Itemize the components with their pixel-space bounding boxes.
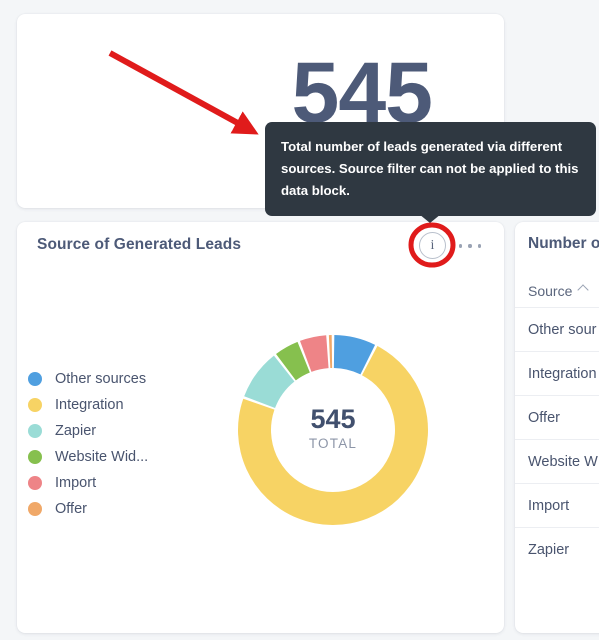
table-cell-source: Offer xyxy=(528,409,560,426)
table-column-header-source[interactable]: Source xyxy=(528,275,599,307)
donut-chart xyxy=(238,335,428,525)
kebab-dot xyxy=(477,244,481,248)
table-row[interactable]: Offer xyxy=(515,395,599,439)
legend-color-swatch-icon xyxy=(28,476,42,490)
number-of-leads-table-card: Number o Source Other sour Integration Off… xyxy=(515,222,599,633)
table-cell-source: Zapier xyxy=(528,541,570,558)
legend-item[interactable]: Offer xyxy=(28,496,203,522)
tooltip-text: Total number of leads generated via diff… xyxy=(281,139,579,198)
sort-ascending-icon xyxy=(577,283,590,296)
kebab-dot xyxy=(459,244,463,248)
legend-item-label: Other sources xyxy=(55,371,147,387)
legend-item-label: Zapier xyxy=(55,423,97,439)
table-cell-source: Other sour xyxy=(528,321,597,338)
table-cell-source: Website W xyxy=(528,453,598,470)
legend-item[interactable]: Import xyxy=(28,470,203,496)
legend-color-swatch-icon xyxy=(28,450,42,464)
table-row[interactable]: Other sour xyxy=(515,307,599,351)
chart-legend: Other sources Integration Zapier Website Wi… xyxy=(28,366,203,522)
dashboard-page: 545 Source of Generated Leads 545 TOTAL … xyxy=(0,0,599,640)
legend-item[interactable]: Other sources xyxy=(28,366,203,392)
legend-item-label: Website Wid... xyxy=(55,449,149,465)
legend-item-label: Integration xyxy=(55,397,124,413)
table-row[interactable]: Import xyxy=(515,483,599,527)
legend-color-swatch-icon xyxy=(28,502,42,516)
legend-color-swatch-icon xyxy=(28,372,42,386)
table-row[interactable]: Zapier xyxy=(515,527,599,571)
kebab-dot xyxy=(468,244,472,248)
column-header-label: Source xyxy=(528,283,573,299)
legend-item[interactable]: Zapier xyxy=(28,418,203,444)
table-row[interactable]: Integration xyxy=(515,351,599,395)
legend-item[interactable]: Integration xyxy=(28,392,203,418)
legend-item-label: Import xyxy=(55,475,97,491)
table-cell-source: Import xyxy=(528,497,570,514)
donut-slice[interactable] xyxy=(328,335,333,369)
card-title: Source of Generated Leads xyxy=(37,236,242,253)
info-icon-glyph: i xyxy=(430,237,435,253)
table-row[interactable]: Website W xyxy=(515,439,599,483)
legend-item[interactable]: Website Wid... xyxy=(28,444,203,470)
info-icon[interactable]: i xyxy=(419,232,446,259)
table-card-title: Number o xyxy=(528,235,599,252)
legend-color-swatch-icon xyxy=(28,398,42,412)
legend-color-swatch-icon xyxy=(28,424,42,438)
legend-item-label: Offer xyxy=(55,501,87,517)
more-options-icon[interactable] xyxy=(459,238,481,254)
table-cell-source: Integration xyxy=(528,365,597,382)
info-tooltip: Total number of leads generated via diff… xyxy=(265,122,596,216)
